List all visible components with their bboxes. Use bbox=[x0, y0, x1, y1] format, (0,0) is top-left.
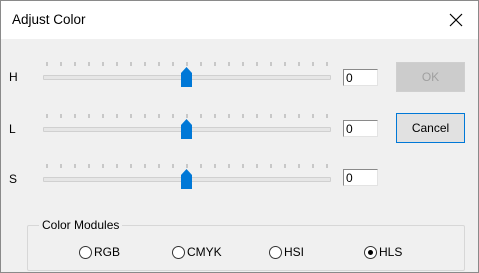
lightness-slider-thumb[interactable] bbox=[180, 119, 192, 139]
close-button[interactable] bbox=[436, 2, 476, 38]
radio-cmyk-label: CMYK bbox=[187, 245, 222, 259]
ok-button[interactable]: OK bbox=[396, 62, 465, 92]
close-icon bbox=[449, 13, 463, 27]
radio-hls-circle bbox=[364, 246, 377, 259]
color-modules-legend: Color Modules bbox=[39, 218, 123, 232]
radio-hls-label: HLS bbox=[379, 245, 403, 259]
radio-hsi-label: HSI bbox=[284, 245, 305, 259]
window-title: Adjust Color bbox=[12, 12, 86, 27]
radio-rgb-label: RGB bbox=[94, 245, 121, 259]
radio-rgb-circle bbox=[79, 246, 92, 259]
title-bar: Adjust Color bbox=[1, 1, 478, 39]
radio-hls-selected-dot bbox=[368, 250, 373, 255]
hue-slider-thumb[interactable] bbox=[180, 67, 192, 87]
saturation-label: S bbox=[9, 172, 18, 186]
saturation-slider[interactable] bbox=[43, 163, 331, 193]
lightness-label: L bbox=[9, 122, 16, 136]
lightness-value-field[interactable]: 0 bbox=[343, 120, 378, 137]
lightness-slider[interactable] bbox=[43, 113, 331, 143]
adjust-color-dialog: Adjust Color H 0 L 0 S 0 OK Cancel Color… bbox=[0, 0, 479, 273]
radio-cmyk-circle bbox=[172, 246, 185, 259]
saturation-slider-thumb[interactable] bbox=[180, 169, 192, 189]
hue-value-field[interactable]: 0 bbox=[343, 69, 378, 86]
saturation-value-field[interactable]: 0 bbox=[343, 169, 378, 186]
hue-slider[interactable] bbox=[43, 61, 331, 91]
hue-label: H bbox=[9, 70, 18, 84]
radio-hsi-circle bbox=[269, 246, 282, 259]
cancel-button[interactable]: Cancel bbox=[396, 113, 465, 143]
